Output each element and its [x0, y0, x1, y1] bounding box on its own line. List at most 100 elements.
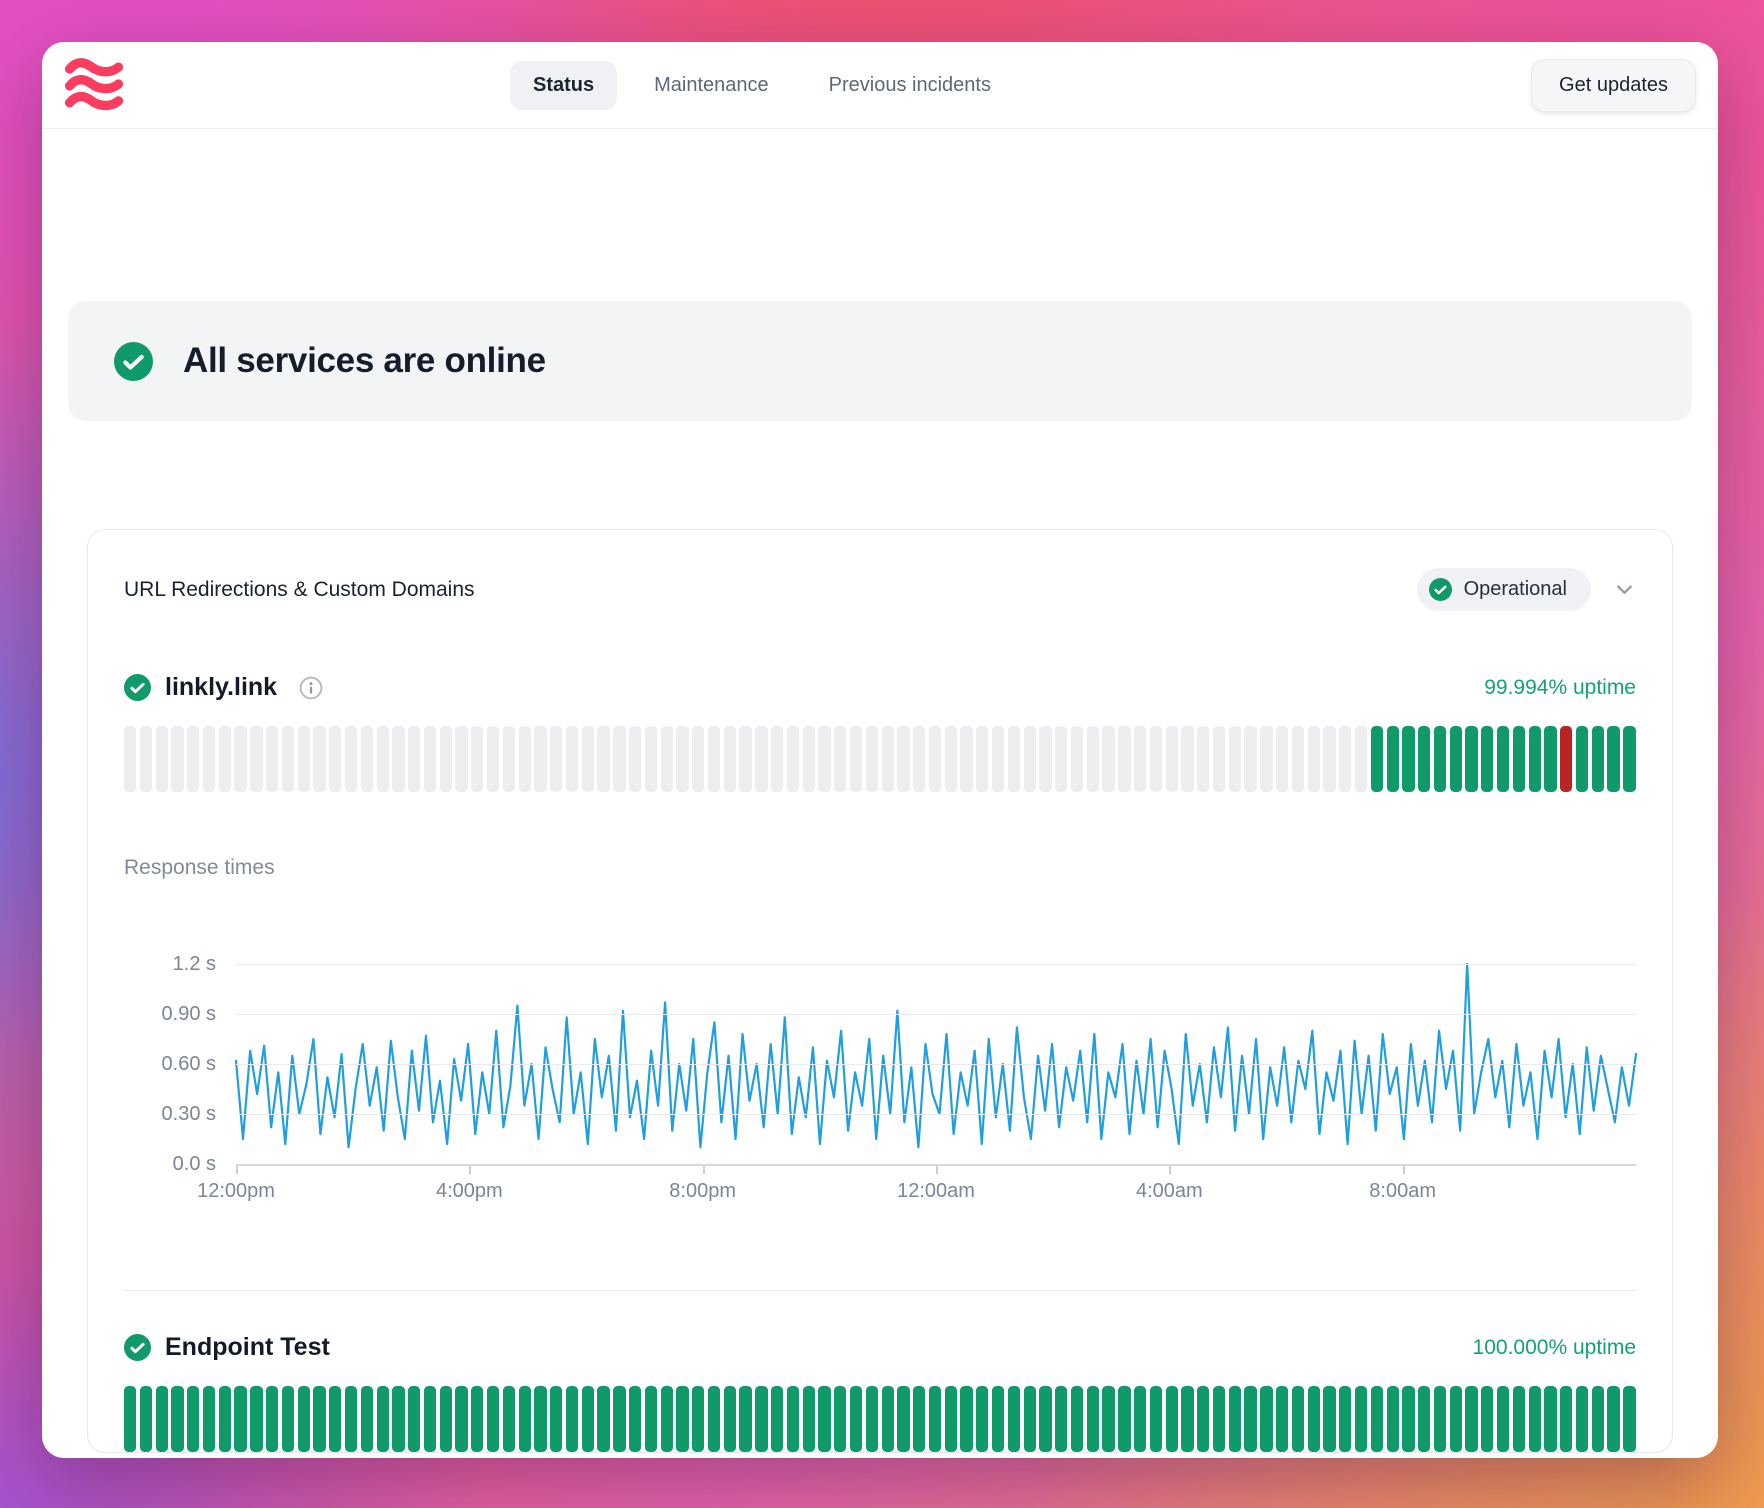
uptime-bar-gray[interactable] — [503, 726, 515, 792]
uptime-bar-gray[interactable] — [140, 726, 152, 792]
uptime-bar-green[interactable] — [771, 1386, 783, 1452]
uptime-bar-green[interactable] — [1197, 1386, 1209, 1452]
uptime-bar-gray[interactable] — [582, 726, 594, 792]
uptime-bar-green[interactable] — [1024, 1386, 1036, 1452]
uptime-bar-gray[interactable] — [597, 726, 609, 792]
uptime-bar-gray[interactable] — [945, 726, 957, 792]
uptime-bar-green[interactable] — [1181, 1386, 1193, 1452]
uptime-bar-gray[interactable] — [566, 726, 578, 792]
uptime-bar-gray[interactable] — [771, 726, 783, 792]
uptime-bar-green[interactable] — [234, 1386, 246, 1452]
uptime-bar-green[interactable] — [1102, 1386, 1114, 1452]
uptime-bar-green[interactable] — [424, 1386, 436, 1452]
uptime-bar-gray[interactable] — [1323, 726, 1335, 792]
uptime-bar-green[interactable] — [503, 1386, 515, 1452]
uptime-bar-green[interactable] — [1323, 1386, 1335, 1452]
uptime-bar-gray[interactable] — [1134, 726, 1146, 792]
uptime-bar-green[interactable] — [1371, 726, 1383, 792]
uptime-bar-green[interactable] — [1166, 1386, 1178, 1452]
uptime-bar-green[interactable] — [1592, 726, 1604, 792]
uptime-bar-gray[interactable] — [1102, 726, 1114, 792]
uptime-bar-gray[interactable] — [1229, 726, 1241, 792]
uptime-bar-gray[interactable] — [361, 726, 373, 792]
uptime-bar-green[interactable] — [676, 1386, 688, 1452]
uptime-bar-green[interactable] — [250, 1386, 262, 1452]
uptime-bar-gray[interactable] — [1213, 726, 1225, 792]
uptime-bar-gray[interactable] — [834, 726, 846, 792]
uptime-bar-green[interactable] — [945, 1386, 957, 1452]
uptime-bar-green[interactable] — [1450, 1386, 1462, 1452]
uptime-bar-green[interactable] — [408, 1386, 420, 1452]
uptime-bar-green[interactable] — [613, 1386, 625, 1452]
uptime-bar-gray[interactable] — [866, 726, 878, 792]
uptime-bar-gray[interactable] — [1355, 726, 1367, 792]
uptime-bar-gray[interactable] — [1276, 726, 1288, 792]
uptime-bar-green[interactable] — [345, 1386, 357, 1452]
uptime-bar-gray[interactable] — [1039, 726, 1051, 792]
uptime-bar-green[interactable] — [140, 1386, 152, 1452]
uptime-bar-gray[interactable] — [250, 726, 262, 792]
uptime-bar-gray[interactable] — [377, 726, 389, 792]
uptime-bar-green[interactable] — [1087, 1386, 1099, 1452]
uptime-bar-green[interactable] — [1402, 1386, 1414, 1452]
uptime-bar-gray[interactable] — [392, 726, 404, 792]
uptime-bar-gray[interactable] — [1055, 726, 1067, 792]
uptime-bar-green[interactable] — [1465, 1386, 1477, 1452]
uptime-bar-gray[interactable] — [329, 726, 341, 792]
uptime-bar-green[interactable] — [1055, 1386, 1067, 1452]
uptime-bar-green[interactable] — [1276, 1386, 1288, 1452]
uptime-bar-green[interactable] — [913, 1386, 925, 1452]
uptime-bar-green[interactable] — [866, 1386, 878, 1452]
uptime-bar-green[interactable] — [661, 1386, 673, 1452]
uptime-bar-green[interactable] — [156, 1386, 168, 1452]
uptime-bar-gray[interactable] — [266, 726, 278, 792]
uptime-bar-green[interactable] — [282, 1386, 294, 1452]
uptime-bar-green[interactable] — [1339, 1386, 1351, 1452]
uptime-bar-gray[interactable] — [913, 726, 925, 792]
uptime-bar-green[interactable] — [1418, 1386, 1430, 1452]
uptime-bar-green[interactable] — [1244, 1386, 1256, 1452]
uptime-bar-green[interactable] — [1576, 726, 1588, 792]
uptime-bar-green[interactable] — [582, 1386, 594, 1452]
uptime-bar-gray[interactable] — [345, 726, 357, 792]
uptime-bar-gray[interactable] — [1292, 726, 1304, 792]
uptime-bar-gray[interactable] — [424, 726, 436, 792]
uptime-bar-gray[interactable] — [882, 726, 894, 792]
info-icon[interactable] — [299, 676, 323, 700]
uptime-bar-gray[interactable] — [1197, 726, 1209, 792]
get-updates-button[interactable]: Get updates — [1531, 59, 1696, 112]
uptime-bar-gray[interactable] — [755, 726, 767, 792]
uptime-bar-gray[interactable] — [313, 726, 325, 792]
uptime-bar-green[interactable] — [329, 1386, 341, 1452]
uptime-bar-gray[interactable] — [440, 726, 452, 792]
uptime-bar-gray[interactable] — [1308, 726, 1320, 792]
uptime-bar-green[interactable] — [313, 1386, 325, 1452]
uptime-bar-gray[interactable] — [519, 726, 531, 792]
uptime-bar-gray[interactable] — [692, 726, 704, 792]
uptime-bar-gray[interactable] — [929, 726, 941, 792]
uptime-bar-green[interactable] — [755, 1386, 767, 1452]
uptime-bar-green[interactable] — [1497, 726, 1509, 792]
uptime-bar-gray[interactable] — [676, 726, 688, 792]
uptime-bar-red[interactable] — [1560, 726, 1572, 792]
tab-status[interactable]: Status — [510, 61, 617, 110]
chevron-down-icon[interactable] — [1613, 578, 1636, 601]
uptime-bar-green[interactable] — [1387, 726, 1399, 792]
logo-link[interactable] — [64, 57, 124, 113]
uptime-bar-gray[interactable] — [1166, 726, 1178, 792]
uptime-bar-green[interactable] — [992, 1386, 1004, 1452]
uptime-bar-gray[interactable] — [187, 726, 199, 792]
uptime-bar-green[interactable] — [519, 1386, 531, 1452]
uptime-bar-green[interactable] — [566, 1386, 578, 1452]
uptime-bar-green[interactable] — [455, 1386, 467, 1452]
uptime-bar-green[interactable] — [487, 1386, 499, 1452]
uptime-bar-green[interactable] — [787, 1386, 799, 1452]
uptime-bar-green[interactable] — [960, 1386, 972, 1452]
uptime-bar-gray[interactable] — [850, 726, 862, 792]
uptime-bar-gray[interactable] — [724, 726, 736, 792]
uptime-bar-gray[interactable] — [708, 726, 720, 792]
tab-maintenance[interactable]: Maintenance — [631, 61, 792, 110]
uptime-bar-gray[interactable] — [897, 726, 909, 792]
uptime-bar-green[interactable] — [692, 1386, 704, 1452]
uptime-bar-gray[interactable] — [234, 726, 246, 792]
